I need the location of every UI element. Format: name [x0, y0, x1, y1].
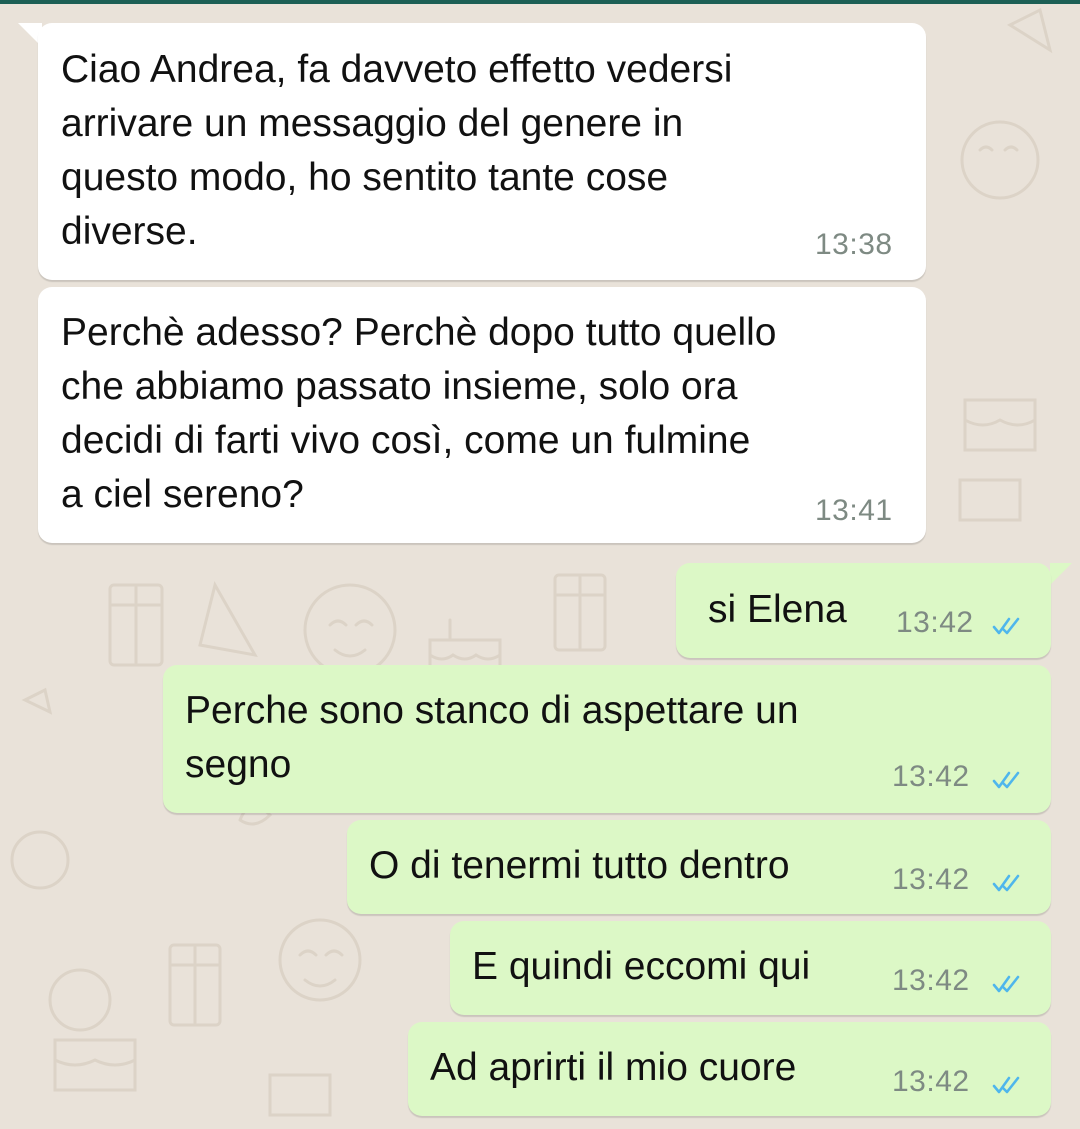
message-timestamp: 13:41	[815, 494, 893, 527]
message-bubble-outgoing[interactable]: Ad aprirti il mio cuore 13:42	[408, 1022, 1051, 1116]
message-text: Ciao Andrea, fa davveto effetto vedersi …	[61, 48, 733, 253]
message-bubble-outgoing[interactable]: si Elena 13:42	[676, 563, 1051, 658]
outgoing-bubble-tail	[1050, 563, 1072, 585]
message-bubble-incoming[interactable]: Perchè adesso? Perchè dopo tutto quello …	[38, 287, 926, 543]
message-text: Ad aprirti il mio cuore	[430, 1046, 797, 1089]
double-check-read-icon	[992, 975, 1020, 993]
chat-screen: { "colors": { "wallpaper": "#e9e2d9", "i…	[0, 0, 1080, 1129]
message-timestamp: 13:42	[892, 1065, 970, 1098]
double-check-read-icon	[992, 874, 1020, 892]
message-text: Perche sono stanco di aspettare un segno	[185, 689, 799, 786]
message-bubble-outgoing[interactable]: E quindi eccomi qui 13:42	[450, 921, 1051, 1015]
message-timestamp: 13:38	[815, 228, 893, 261]
double-check-read-icon	[992, 1076, 1020, 1094]
message-timestamp: 13:42	[892, 964, 970, 997]
message-text: O di tenermi tutto dentro	[369, 844, 790, 887]
double-check-read-icon	[992, 771, 1020, 789]
message-text: Perchè adesso? Perchè dopo tutto quello …	[61, 311, 777, 516]
message-text: si Elena	[708, 588, 847, 631]
message-bubble-outgoing[interactable]: Perche sono stanco di aspettare un segno…	[163, 665, 1051, 813]
message-bubble-outgoing[interactable]: O di tenermi tutto dentro 13:42	[347, 820, 1051, 914]
message-timestamp: 13:42	[892, 760, 970, 793]
message-text: E quindi eccomi qui	[472, 945, 811, 988]
double-check-read-icon	[992, 617, 1020, 635]
message-timestamp: 13:42	[892, 863, 970, 896]
message-bubble-incoming[interactable]: Ciao Andrea, fa davveto effetto vedersi …	[38, 23, 926, 280]
message-timestamp: 13:42	[896, 606, 974, 639]
